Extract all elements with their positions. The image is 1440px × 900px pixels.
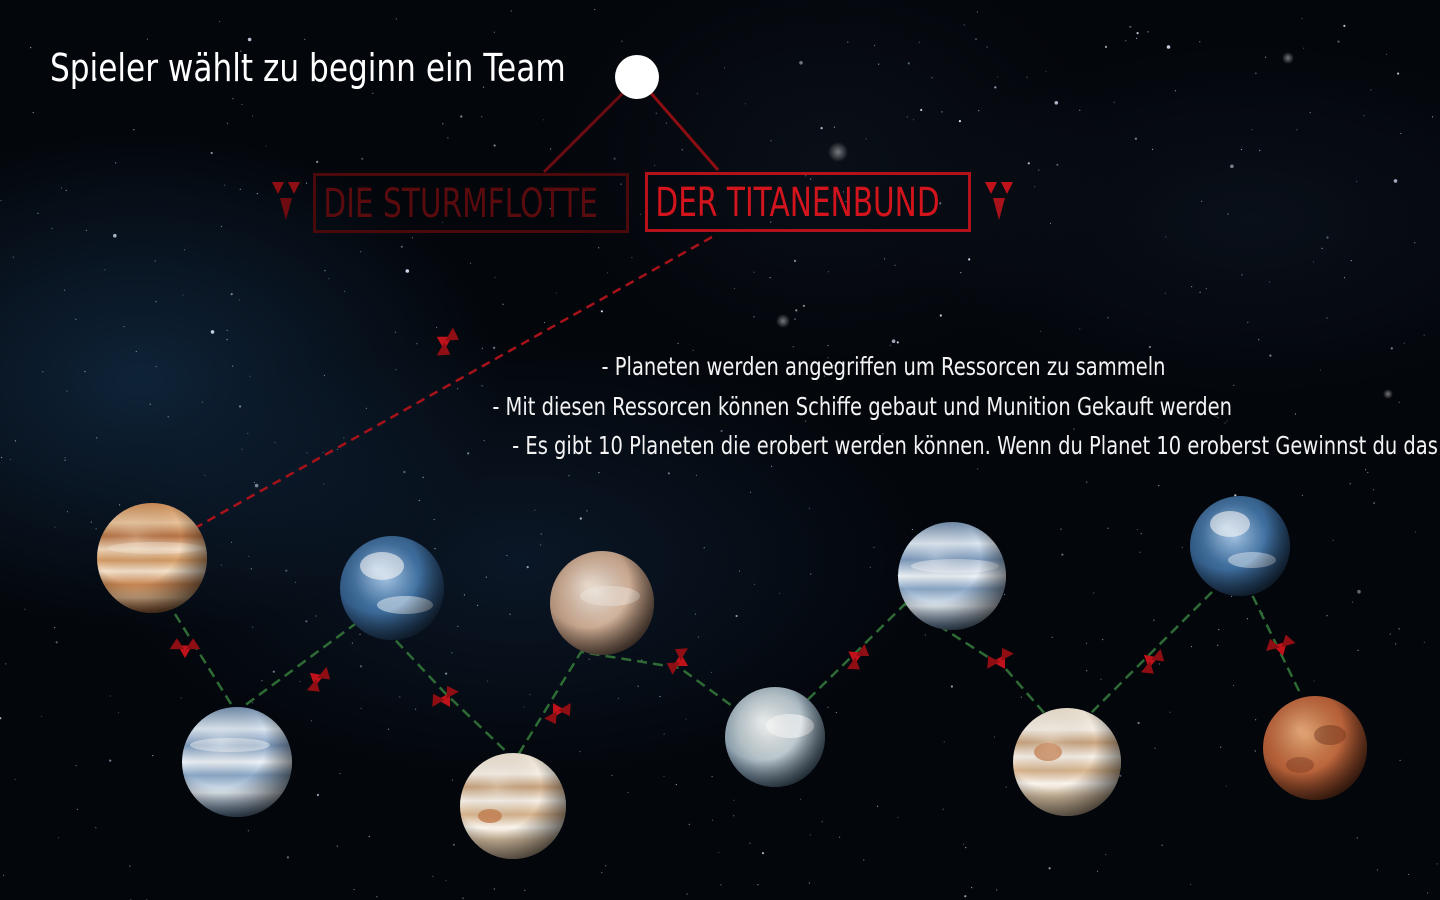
team-branch-lines — [542, 90, 720, 174]
planet-7[interactable] — [898, 522, 1006, 630]
planet-9[interactable] — [1190, 496, 1290, 596]
planet-3[interactable] — [340, 536, 444, 640]
game-screen: Spieler wählt zu beginn ein Team DIE STU… — [0, 0, 1440, 900]
start-node-icon — [615, 55, 659, 99]
planet-6[interactable] — [725, 687, 825, 787]
planet-8[interactable] — [1013, 708, 1121, 816]
team-marker-left-icon — [272, 182, 300, 220]
team-marker-right-icon — [985, 182, 1013, 220]
team-option-titanenbund[interactable]: DER TITANENBUND — [645, 172, 971, 232]
planet-2[interactable] — [182, 707, 292, 817]
info-line: - Es gibt 10 Planeten die erobert werden… — [512, 431, 1440, 460]
planet-1[interactable] — [97, 503, 207, 613]
planet-10[interactable] — [1263, 696, 1367, 800]
team-label: DER TITANENBUND — [655, 180, 940, 226]
page-title: Spieler wählt zu beginn ein Team — [50, 46, 566, 90]
info-line: - Mit diesen Ressorcen können Schiffe ge… — [492, 392, 1232, 421]
team-option-sturmflotte[interactable]: DIE STURMFLOTTE — [313, 173, 629, 233]
team-label: DIE STURMFLOTTE — [323, 181, 598, 227]
team-to-planet-path — [194, 235, 713, 530]
planet-5[interactable] — [550, 551, 654, 655]
planet-4[interactable] — [460, 753, 566, 859]
planet-map — [97, 496, 1367, 859]
info-line: - Planeten werden angegriffen um Ressorc… — [602, 352, 1166, 381]
